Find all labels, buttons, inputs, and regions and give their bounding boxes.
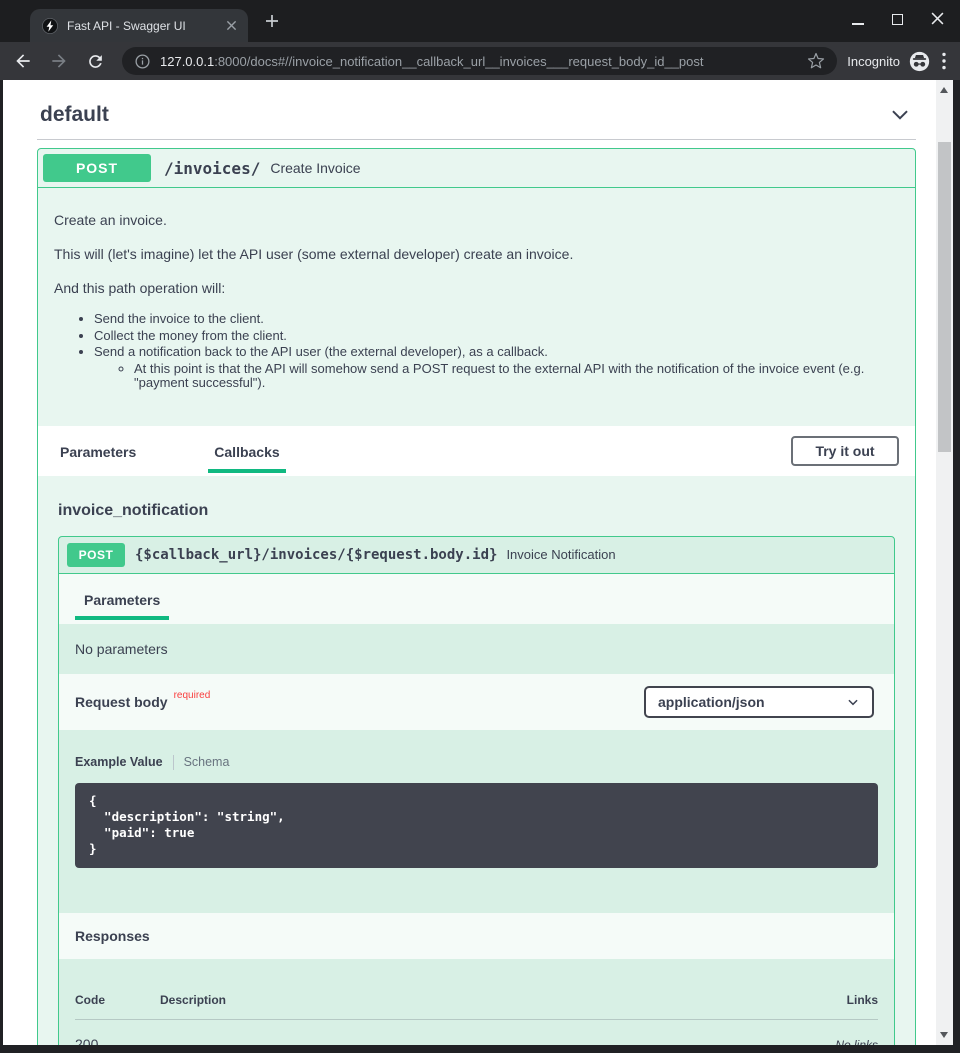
description-paragraph: Create an invoice. — [54, 210, 899, 230]
maximize-button[interactable] — [892, 12, 903, 30]
scrollbar-down-arrow[interactable] — [940, 1032, 948, 1038]
operation-path: /invoices/ — [164, 159, 260, 178]
url-host: 127.0.0.1 — [160, 54, 214, 69]
tab-title: Fast API - Swagger UI — [67, 19, 223, 33]
new-tab-button[interactable] — [264, 13, 280, 29]
browser-titlebar: Fast API - Swagger UI — [0, 0, 960, 42]
section-header-default[interactable]: default — [37, 97, 916, 133]
example-schema-tabs: Example Value Schema — [75, 754, 878, 771]
scrollbar-thumb[interactable] — [938, 142, 951, 452]
back-button[interactable] — [12, 50, 34, 72]
browser-toolbar: 127.0.0.1:8000/docs#//invoice_notificati… — [0, 42, 960, 80]
site-info-icon[interactable] — [134, 53, 151, 70]
tab-callbacks[interactable]: Callbacks — [208, 429, 285, 473]
section-title: default — [40, 103, 887, 127]
table-row: 200 Successful Response No links — [75, 1020, 878, 1046]
tab-example-value[interactable]: Example Value — [75, 755, 163, 769]
forward-button[interactable] — [48, 50, 70, 72]
column-links: Links — [847, 993, 878, 1007]
responses-header: Responses — [59, 913, 894, 959]
callback-path: {$callback_url}/invoices/{$request.body.… — [135, 547, 497, 563]
incognito-icon — [909, 51, 930, 72]
url-text: 127.0.0.1:8000/docs#//invoice_notificati… — [160, 54, 799, 69]
operation-summary: Create Invoice — [270, 160, 360, 176]
request-body-label: Request body — [75, 694, 168, 710]
opblock-summary[interactable]: POST /invoices/ Create Invoice — [38, 149, 915, 188]
callback-opblock: POST {$callback_url}/invoices/{$request.… — [58, 536, 895, 1046]
page-scrollbar — [936, 80, 953, 1045]
example-json-code: { "description": "string", "paid": true} — [75, 783, 878, 868]
bullet-item: Send a notification back to the API user… — [94, 345, 899, 360]
response-links: No links — [835, 1036, 878, 1046]
response-description: Successful Response — [160, 1036, 835, 1046]
description-bullet-list: Send the invoice to the client. Collect … — [54, 312, 899, 391]
callback-method-badge-post: POST — [67, 543, 125, 567]
method-badge-post: POST — [43, 154, 151, 182]
close-window-button[interactable] — [931, 12, 944, 30]
description-paragraph: This will (let's imagine) let the API us… — [54, 244, 899, 264]
tab-schema[interactable]: Schema — [184, 755, 230, 769]
try-it-out-button[interactable]: Try it out — [791, 436, 899, 466]
opblock-create-invoice: POST /invoices/ Create Invoice Create an… — [37, 148, 916, 1045]
description-sub-list: At this point is that the API will someh… — [94, 362, 899, 391]
required-badge: required — [174, 690, 211, 701]
bullet-item: Send the invoice to the client. — [94, 312, 899, 327]
bookmark-star-icon[interactable] — [807, 52, 825, 70]
content-type-value: application/json — [658, 694, 765, 710]
incognito-label: Incognito — [847, 54, 900, 69]
column-description: Description — [160, 993, 847, 1007]
content-type-select[interactable]: application/json — [644, 686, 874, 718]
browser-menu-icon[interactable] — [942, 52, 946, 70]
callback-summary[interactable]: POST {$callback_url}/invoices/{$request.… — [59, 537, 894, 574]
callback-summary-text: Invoice Notification — [506, 547, 615, 562]
incognito-badge: Incognito — [847, 51, 930, 72]
page-viewport: default POST /invoices/ Create Invoice C… — [3, 80, 953, 1045]
scrollbar-up-arrow[interactable] — [940, 87, 948, 93]
no-parameters-row: No parameters — [59, 624, 894, 674]
description-paragraph: And this path operation will: — [54, 278, 899, 298]
fastapi-favicon-icon — [42, 18, 58, 34]
callback-parameters-tab-bar: Parameters — [59, 574, 894, 624]
tab-separator — [173, 755, 174, 770]
operation-description: Create an invoice. This will (let's imag… — [38, 188, 915, 426]
browser-tab[interactable]: Fast API - Swagger UI — [30, 9, 248, 42]
request-body-section: Example Value Schema { "description": "s… — [59, 730, 894, 913]
address-bar[interactable]: 127.0.0.1:8000/docs#//invoice_notificati… — [122, 47, 837, 75]
url-path: :8000/docs#//invoice_notification__callb… — [214, 54, 703, 69]
section-divider — [37, 139, 916, 140]
select-chevron-down-icon — [846, 695, 860, 709]
callback-tab-parameters[interactable]: Parameters — [75, 592, 169, 620]
swagger-content: default POST /invoices/ Create Invoice C… — [3, 80, 936, 1045]
callbacks-section: invoice_notification POST {$callback_url… — [38, 476, 915, 1046]
chevron-down-icon[interactable] — [887, 102, 913, 128]
response-code: 200 — [75, 1036, 160, 1046]
callback-name: invoice_notification — [58, 502, 895, 520]
column-code: Code — [75, 993, 160, 1007]
no-parameters-text: No parameters — [75, 641, 168, 657]
sub-bullet-item: At this point is that the API will someh… — [134, 362, 899, 391]
responses-label: Responses — [75, 928, 150, 944]
tab-parameters[interactable]: Parameters — [54, 429, 142, 473]
window-controls — [852, 0, 944, 42]
operation-tabs-bar: Parameters Callbacks Try it out — [38, 426, 915, 476]
tab-close-icon[interactable] — [223, 18, 239, 34]
bullet-item: Collect the money from the client. — [94, 329, 899, 344]
request-body-header: Request body required application/json — [59, 674, 894, 730]
responses-table-header: Code Description Links — [75, 993, 878, 1007]
responses-table: Code Description Links 200 Successful Re… — [59, 959, 894, 1046]
reload-button[interactable] — [84, 50, 106, 72]
minimize-button[interactable] — [852, 12, 864, 30]
